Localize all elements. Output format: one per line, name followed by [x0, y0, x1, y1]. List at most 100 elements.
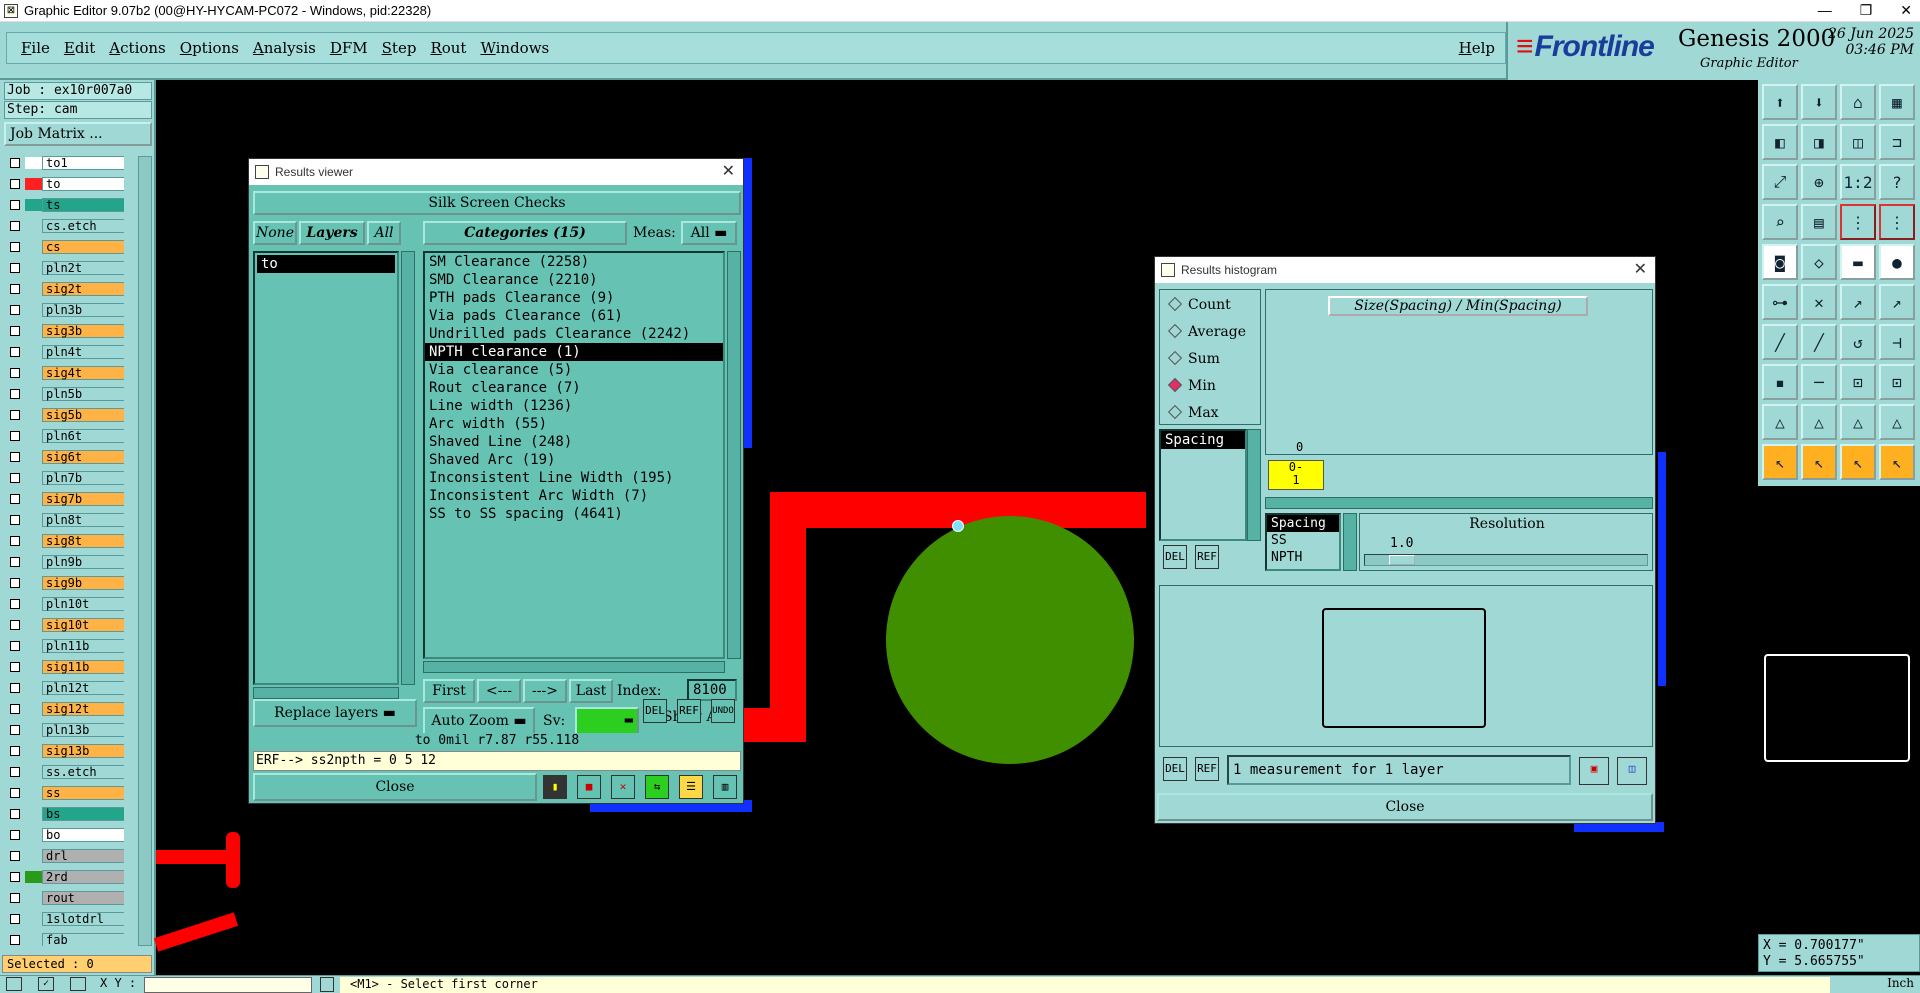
load-icon[interactable]: ⬇ [1801, 84, 1837, 120]
layer-checkbox[interactable] [10, 200, 20, 210]
layer-row[interactable]: rout [4, 891, 124, 905]
layer-name[interactable]: pln11b [42, 639, 124, 653]
layer-checkbox[interactable] [10, 305, 20, 315]
line-icon[interactable]: ↗ [1840, 284, 1876, 320]
histogram-hscroll[interactable] [1265, 497, 1653, 509]
mode-radio-max[interactable]: Max [1167, 402, 1219, 424]
layer-name[interactable]: pln8t [42, 513, 124, 527]
layer-row[interactable]: cs [4, 240, 124, 254]
results-close-button[interactable]: Close [253, 773, 537, 801]
slash-icon[interactable]: ╱ [1762, 324, 1798, 360]
layer-name[interactable]: pln13b [42, 723, 124, 737]
layer-row[interactable]: sig12t [4, 702, 124, 716]
hist-del-button[interactable]: DEL [1163, 757, 1187, 781]
grid-icon[interactable]: ▦ [1879, 84, 1915, 120]
layer-row[interactable]: 2rd [4, 870, 124, 884]
layer-checkbox[interactable] [10, 872, 20, 882]
unit-selector[interactable]: Inch [1887, 976, 1914, 990]
layer-name[interactable]: sig4t [42, 366, 124, 380]
layer-icon[interactable]: ▤ [1801, 204, 1837, 240]
layer-row[interactable]: sig2t [4, 282, 124, 296]
category-item[interactable]: SMD Clearance (2210) [425, 271, 723, 289]
result-layers-list[interactable]: to [253, 251, 399, 685]
layer-name[interactable]: sig3b [42, 324, 124, 338]
layer-row[interactable]: sig9b [4, 576, 124, 590]
menu-windows[interactable]: Windows [480, 39, 549, 57]
mode-radio-min[interactable]: Min [1167, 375, 1216, 397]
layer-row[interactable]: sig5b [4, 408, 124, 422]
category-item[interactable]: SM Clearance (2258) [425, 253, 723, 271]
layer-name[interactable]: to1 [42, 156, 124, 170]
category-item[interactable]: Arc width (55) [425, 415, 723, 433]
menu-options[interactable]: Options [180, 39, 239, 57]
layer-checkbox[interactable] [10, 788, 20, 798]
prev-button[interactable]: <--- [477, 679, 521, 703]
measure-list-item[interactable]: Spacing [1267, 515, 1339, 532]
separator-icon[interactable] [320, 977, 334, 992]
del-button[interactable]: DEL [643, 699, 667, 723]
minimize-button[interactable]: — [1818, 0, 1832, 20]
layer-row[interactable]: pln13b [4, 723, 124, 737]
box2-icon[interactable]: ⊡ [1879, 364, 1915, 400]
layer-row[interactable]: pln6t [4, 429, 124, 443]
pointer3-icon[interactable]: ↖ [1840, 444, 1876, 480]
help-icon[interactable]: ? [1879, 164, 1915, 200]
grid-icon[interactable] [70, 977, 86, 991]
layer-name[interactable]: cs.etch [42, 219, 124, 233]
pointer2-icon[interactable]: ↖ [1801, 444, 1837, 480]
layer-checkbox[interactable] [10, 641, 20, 651]
layer-name[interactable]: sig11b [42, 660, 124, 674]
category-item[interactable]: NPTH clearance (1) [425, 343, 723, 361]
dash-icon[interactable]: ─ [1801, 364, 1837, 400]
category-item[interactable]: Via pads Clearance (61) [425, 307, 723, 325]
measure-list-item[interactable]: SS [1267, 532, 1339, 549]
next-button[interactable]: ---> [523, 679, 567, 703]
layer-checkbox[interactable] [10, 704, 20, 714]
report-icon[interactable]: ▮ [543, 775, 567, 799]
layer-checkbox[interactable] [10, 599, 20, 609]
result-layer-item[interactable]: to [257, 255, 395, 273]
layer-name[interactable]: drl [42, 849, 124, 863]
delete-all-icon[interactable]: ✕ [611, 775, 635, 799]
layer-row[interactable]: drl [4, 849, 124, 863]
layer-row[interactable]: pln9b [4, 555, 124, 569]
severity-dropdown[interactable]: ▬ [575, 707, 639, 735]
menu-file[interactable]: File [21, 39, 50, 57]
layer-checkbox[interactable] [10, 389, 20, 399]
notes-icon[interactable]: ☰ [679, 775, 703, 799]
layer-checkbox[interactable] [10, 431, 20, 441]
layer-checkbox[interactable] [10, 410, 20, 420]
xy-input[interactable] [144, 977, 312, 993]
menu-rout[interactable]: Rout [430, 39, 466, 57]
triangle4-icon[interactable]: △ [1879, 404, 1915, 440]
layer-checkbox[interactable] [10, 263, 20, 273]
category-item[interactable]: Shaved Line (248) [425, 433, 723, 451]
layer-name[interactable]: 1slotdrl [42, 912, 124, 926]
layer-row[interactable]: ts [4, 198, 124, 212]
layer-checkbox[interactable] [10, 935, 20, 945]
layer-checkbox[interactable] [10, 809, 20, 819]
menu-step[interactable]: Step [382, 39, 417, 57]
net-icon[interactable]: ⊶ [1762, 284, 1798, 320]
layer-checkbox[interactable] [10, 725, 20, 735]
layer-row[interactable]: sig8t [4, 534, 124, 548]
menu-edit[interactable]: Edit [64, 39, 95, 57]
layer-name[interactable]: fab [42, 933, 124, 946]
slider-thumb[interactable] [1389, 555, 1415, 565]
line2-icon[interactable]: ↗ [1879, 284, 1915, 320]
layer-checkbox[interactable] [10, 515, 20, 525]
spacing-vscroll[interactable] [1247, 429, 1261, 541]
layer-name[interactable]: pln2t [42, 261, 124, 275]
layer-row[interactable]: bo [4, 828, 124, 842]
layer-row[interactable]: pln4t [4, 345, 124, 359]
spacing-list[interactable]: Spacing [1159, 429, 1247, 541]
layer-checkbox[interactable] [10, 368, 20, 378]
pointer-icon[interactable]: ↖ [1762, 444, 1798, 480]
categories-list[interactable]: SM Clearance (2258) SMD Clearance (2210) P… [423, 251, 725, 659]
layer-name[interactable]: cs [42, 240, 124, 254]
hist-del-button-top[interactable]: DEL [1163, 545, 1187, 569]
layer-checkbox[interactable] [10, 557, 20, 567]
layer-row[interactable]: 1slotdrl [4, 912, 124, 926]
category-item[interactable]: Line width (1236) [425, 397, 723, 415]
layer-row[interactable]: pln2t [4, 261, 124, 275]
